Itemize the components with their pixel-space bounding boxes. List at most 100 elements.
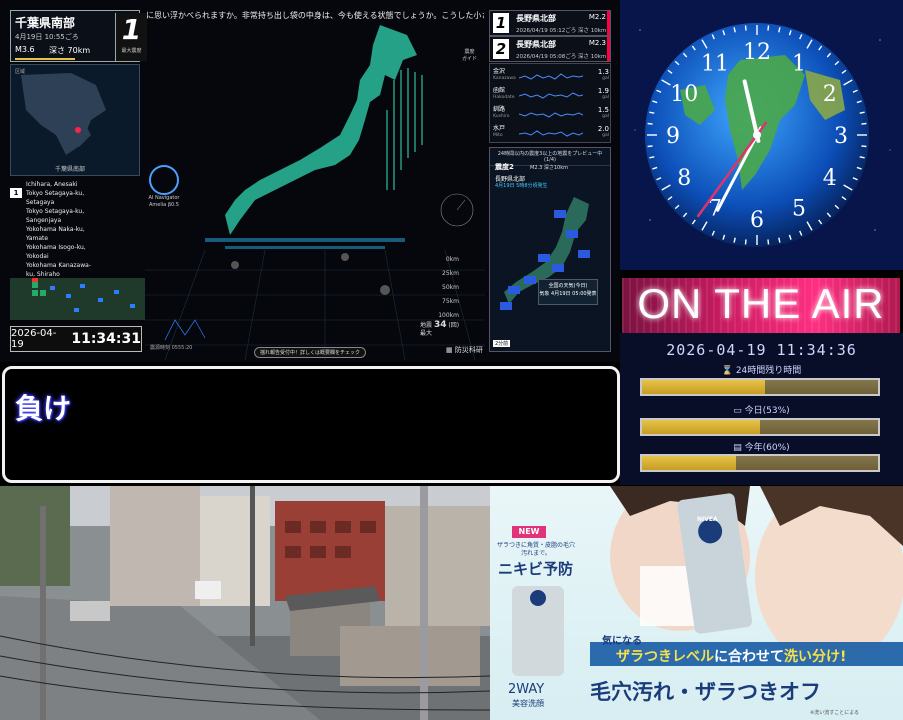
clock-numeral: 12 [743,40,771,65]
sensor-row: 函館 Hakodate 1.9 gal [493,87,609,105]
progress-bar [640,378,880,396]
clock-tick [647,145,653,148]
weather-title: 全国の天気(今日) [548,283,588,289]
sensor-name-en: Hakodate [493,95,515,100]
progress-remaining [736,456,878,470]
sensor-value: 2.0 [597,125,609,133]
clock-tick [767,239,770,245]
intensity-value: 1 [121,13,142,46]
max-intensity-badge: 1 最大震度 [115,13,147,61]
place-index: 1 [10,188,22,198]
intensity-guide[interactable]: 震度 ガイド [462,48,477,62]
recent-region: 長野県北部 [516,40,556,49]
comment-box: 負け [2,366,620,483]
sensor-waveform [519,92,583,99]
progress-label-text: 24時間残り時間 [735,366,802,376]
clock-tick [861,145,867,148]
place-list: Ichihara, Anesaki Tokyo Setagaya-ku, Set… [26,180,136,279]
preview-map [500,197,590,310]
clock-numeral: 1 [792,51,806,76]
ad-product-type: 美容洗顔 [512,699,544,708]
report-check-banner[interactable]: 揺れ報告受付中！詳しくは概要欄をチェック [254,347,366,358]
progress-fill [642,420,760,434]
comment-text: 負け [15,392,72,425]
recent-magnitude: M2.3 [588,39,606,47]
calendar-icon: ▤ [733,443,742,453]
place-item: Tokyo Setagaya-ku, [26,208,85,215]
sensor-unit: gal [602,114,609,119]
place-item: Yokodai [26,253,49,260]
ad-headline: ニキビ予防 [498,560,574,578]
weather-sub: 気象 4月19日 05:00発表 [539,291,597,297]
depth-tick: 75km [442,298,459,305]
clock-tick [744,25,747,31]
place-item: Ichihara, Anesaki [26,181,78,188]
quake-counter: 地震 34 (回) 最大 [420,321,459,338]
ad-banner-highlight: 洗い分け! [784,649,847,665]
clock-numeral: 4 [823,166,837,191]
affected-places: 1 Ichihara, Anesaki Tokyo Setagaya-ku, S… [10,180,140,278]
quake-depth: 深さ 70km [49,46,91,55]
preview-title: 震度2 [495,163,514,171]
place-item: Yokohama Kanazawa- [26,262,91,269]
depth-scale: 0km 25km 50km 75km 100km [437,253,459,323]
japan-3d-map [145,25,485,360]
origin-time: 震源時刻 0555:20 [150,345,193,351]
quake-magnitude: M3.6 [15,45,35,54]
recent-magnitude: M2.2 [588,13,606,21]
progress-fill [642,456,737,470]
sensor-waveform [519,112,583,118]
clock-numeral: 10 [670,82,698,107]
intensity-history-grid [10,278,145,320]
recent-time: 2026/04/19 05:08ごろ 深さ 10km [516,54,607,60]
sensor-name: 釧路 [493,106,506,113]
ai-navigator-name: AI Navigator [148,195,180,201]
brand-logo: NIVEA [697,516,718,523]
progress-fill [642,380,765,394]
sensor-value: 1.5 [597,106,609,114]
nied-logo-icon: ▦ [446,346,453,354]
counter-value: 34 [433,320,447,330]
progress-remaining [760,420,878,434]
sensor-name: 水戸 [493,125,506,132]
recent-quake-card: 1 長野県北部 M2.2 2026/04/19 05:12ごろ 深さ 10km [489,10,611,36]
clock-tick [647,122,653,125]
recent-region: 長野県北部 [516,14,556,23]
sensor-row: 金沢 Kanazawa 1.3 gal [493,68,609,86]
ai-navigator: AI Navigator Amelia β0.5 [146,165,182,209]
progress-label: ⌛ 24時間残り時間 [620,363,903,376]
quake-region: 千葉県南部 [15,16,76,30]
sensor-name-en: Kushiro [493,114,510,119]
sensor-waveform [519,130,583,137]
progress-label: ▤ 今年(60%) [620,440,903,453]
ai-navigator-icon [149,165,179,195]
clock-numeral: 9 [666,124,680,149]
ad-banner-highlight: ザラつきレベル [616,649,714,665]
minimap-land [21,73,106,155]
progress-bar [640,454,880,472]
sensor-name-en: Kanazawa [493,76,516,81]
ad-main-copy: 毛穴汚れ・ザラつきオフ [590,680,821,704]
ad-product-name: 2WAY [508,682,545,697]
depth-tick: 25km [442,270,459,277]
preview-subtitle: M2.3 深さ10km [530,165,568,171]
minimap-label: 千葉県南部 [55,166,86,173]
street-scene [0,486,490,720]
clock-tick [861,122,867,125]
analog-clock: 12 1234567891011 [634,23,891,247]
dashboard-datetime: 2026-04-19 11:34:31 [10,326,142,352]
on-the-air-banner: ON THE AIR [622,278,900,333]
counter-label: 地震 [420,322,433,329]
sensor-name: 金沢 [493,68,506,75]
dashboard-clock: 11:34:31 [71,331,141,347]
sensor-unit: gal [602,133,609,138]
recent-rank: 2 [493,39,509,59]
time-progress-panel: 2026-04-19 11:34:36 ⌛ 24時間残り時間 ▭ 今日(53%)… [620,333,903,485]
clock-tick [744,239,747,245]
sensor-name-en: Mito [493,133,503,138]
sensor-row: 釧路 Kushiro 1.5 gal [493,106,609,124]
clock-numeral: 5 [792,197,806,222]
clock-numeral: 11 [701,51,729,76]
dashboard-date: 2026-04-19 [11,328,57,350]
progress-remaining [764,380,878,394]
